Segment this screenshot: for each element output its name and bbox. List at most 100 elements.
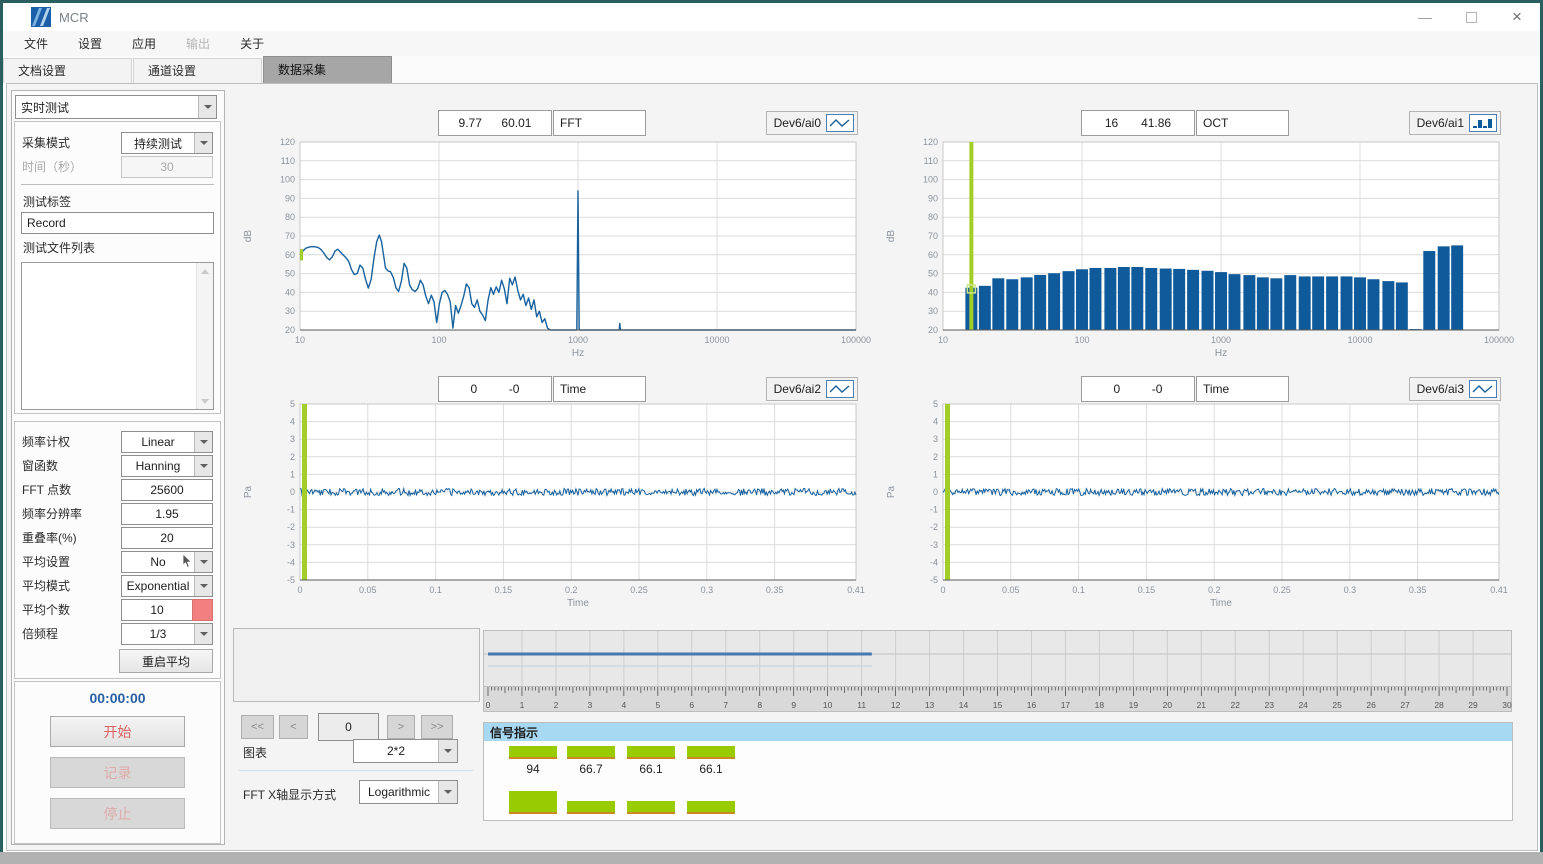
chevron-down-icon[interactable] bbox=[194, 432, 212, 452]
record-timeline-plot[interactable]: 0123456789101112131415161718192021222324… bbox=[483, 630, 1512, 712]
param-label-6: 平均模式 bbox=[22, 577, 119, 594]
restart-average-button[interactable]: 重启平均 bbox=[119, 649, 213, 673]
channel-selector[interactable]: Dev6/ai2 bbox=[766, 377, 858, 401]
channel-selector[interactable]: Dev6/ai0 bbox=[766, 111, 858, 135]
test-mode-select[interactable]: 实时测试 bbox=[15, 95, 217, 117]
title-bar: MCR — × bbox=[3, 3, 1540, 31]
channel-selector[interactable]: Dev6/ai1 bbox=[1409, 111, 1501, 135]
param-select-8[interactable]: 1/3 bbox=[121, 623, 213, 643]
chart-layout-value: 2*2 bbox=[354, 744, 438, 758]
chart-cell-Dev6/ai0: 9.7760.01FFTDev6/ai020304050607080901001… bbox=[237, 90, 872, 370]
menu-file[interactable]: 文件 bbox=[9, 35, 63, 52]
svg-text:100: 100 bbox=[280, 175, 295, 185]
chart-type-box[interactable]: FFT bbox=[553, 110, 646, 136]
param-select-0[interactable]: Linear bbox=[121, 431, 213, 451]
svg-text:5: 5 bbox=[655, 700, 660, 710]
svg-text:1000: 1000 bbox=[568, 335, 588, 345]
scroll-down-icon[interactable] bbox=[197, 393, 213, 409]
param-input-4[interactable]: 20 bbox=[121, 527, 213, 547]
param-select-5[interactable]: No bbox=[121, 551, 213, 571]
empty-preview-box bbox=[233, 628, 480, 702]
svg-text:-5: -5 bbox=[287, 575, 295, 585]
fft-xaxis-select[interactable]: Logarithmic bbox=[359, 780, 458, 804]
svg-text:Hz: Hz bbox=[1215, 348, 1227, 359]
nav-last-button[interactable]: >> bbox=[421, 715, 453, 739]
oct-plot[interactable]: 2030405060708090100110120101001000100001… bbox=[880, 136, 1515, 370]
svg-text:3: 3 bbox=[933, 434, 938, 444]
stop-button[interactable]: 停止 bbox=[50, 798, 185, 829]
nav-first-button[interactable]: << bbox=[241, 715, 274, 739]
scroll-up-icon[interactable] bbox=[197, 263, 213, 279]
tab-doc-settings[interactable]: 文档设置 bbox=[3, 58, 132, 83]
param-label-4: 重叠率(%) bbox=[22, 529, 119, 546]
scrollbar[interactable] bbox=[196, 263, 213, 409]
elapsed-timer: 00:00:00 bbox=[15, 690, 220, 706]
chevron-down-icon[interactable] bbox=[438, 781, 457, 803]
param-input-7[interactable]: 10 bbox=[121, 599, 213, 619]
time-plot[interactable]: -5-4-3-2-101234500.050.10.150.20.250.30.… bbox=[880, 402, 1515, 612]
svg-text:10: 10 bbox=[938, 335, 948, 345]
time-plot[interactable]: -5-4-3-2-101234500.050.10.150.20.250.30.… bbox=[237, 402, 872, 612]
nav-next-button[interactable]: > bbox=[387, 715, 415, 739]
test-tag-input[interactable]: Record bbox=[21, 212, 214, 234]
minimize-button[interactable]: — bbox=[1402, 3, 1448, 31]
param-value-8: 1/3 bbox=[122, 627, 194, 641]
param-select-1[interactable]: Hanning bbox=[121, 455, 213, 475]
param-value-2: 25600 bbox=[121, 479, 213, 501]
nav-index-input[interactable]: 0 bbox=[318, 713, 379, 741]
close-button[interactable]: × bbox=[1494, 3, 1540, 31]
svg-text:16: 16 bbox=[1027, 700, 1037, 710]
param-value-7: 10 bbox=[121, 599, 193, 621]
run-control-group: 00:00:00 开始 记录 停止 bbox=[14, 681, 221, 844]
svg-text:26: 26 bbox=[1366, 700, 1376, 710]
svg-text:-2: -2 bbox=[930, 522, 938, 532]
chevron-down-icon[interactable] bbox=[194, 133, 212, 153]
chart-type-box[interactable]: Time bbox=[553, 376, 646, 402]
menu-application[interactable]: 应用 bbox=[117, 35, 171, 52]
nav-prev-button[interactable]: < bbox=[279, 715, 308, 739]
param-select-6[interactable]: Exponential bbox=[121, 575, 213, 595]
menu-about[interactable]: 关于 bbox=[225, 35, 279, 52]
svg-text:15: 15 bbox=[993, 700, 1003, 710]
divider bbox=[239, 770, 473, 771]
fft-plot[interactable]: 2030405060708090100110120101001000100001… bbox=[237, 136, 872, 370]
tab-data-acquisition[interactable]: 数据采集 bbox=[263, 56, 392, 83]
svg-text:28: 28 bbox=[1434, 700, 1444, 710]
svg-text:110: 110 bbox=[924, 156, 938, 166]
param-label-1: 窗函数 bbox=[22, 457, 119, 474]
signal-bar-top-0 bbox=[509, 746, 557, 759]
acq-mode-select[interactable]: 持续测试 bbox=[121, 132, 213, 152]
tab-channel-settings[interactable]: 通道设置 bbox=[133, 58, 262, 83]
param-input-3[interactable]: 1.95 bbox=[121, 503, 213, 523]
svg-text:30: 30 bbox=[928, 306, 938, 316]
svg-text:10000: 10000 bbox=[1347, 335, 1372, 345]
record-button[interactable]: 记录 bbox=[50, 757, 185, 788]
chevron-down-icon[interactable] bbox=[194, 552, 212, 572]
record-timeline-panel[interactable]: 0123456789101112131415161718192021222324… bbox=[483, 630, 1512, 712]
channel-selector[interactable]: Dev6/ai3 bbox=[1409, 377, 1501, 401]
param-row-4: 重叠率(%)20 bbox=[15, 525, 220, 549]
svg-text:17: 17 bbox=[1061, 700, 1071, 710]
param-row-5: 平均设置No bbox=[15, 549, 220, 573]
acq-time-value: 30 bbox=[121, 156, 213, 178]
chevron-down-icon[interactable] bbox=[194, 576, 212, 596]
maximize-button[interactable] bbox=[1448, 3, 1494, 31]
svg-text:22: 22 bbox=[1231, 700, 1241, 710]
menu-settings[interactable]: 设置 bbox=[63, 35, 117, 52]
chart-type-box[interactable]: OCT bbox=[1196, 110, 1289, 136]
start-button[interactable]: 开始 bbox=[50, 716, 185, 747]
test-file-list[interactable] bbox=[21, 262, 214, 410]
svg-text:0.05: 0.05 bbox=[1002, 585, 1020, 595]
chart-type-box[interactable]: Time bbox=[1196, 376, 1289, 402]
svg-text:23: 23 bbox=[1264, 700, 1274, 710]
chart-layout-select[interactable]: 2*2 bbox=[353, 739, 458, 763]
param-input-2[interactable]: 25600 bbox=[121, 479, 213, 499]
param-row-6: 平均模式Exponential bbox=[15, 573, 220, 597]
fft-xaxis-label: FFT X轴显示方式 bbox=[243, 786, 336, 803]
chevron-down-icon[interactable] bbox=[194, 624, 212, 644]
svg-text:Pa: Pa bbox=[243, 485, 254, 498]
chevron-down-icon[interactable] bbox=[198, 96, 216, 118]
chevron-down-icon[interactable] bbox=[194, 456, 212, 476]
svg-text:1: 1 bbox=[933, 469, 938, 479]
chevron-down-icon[interactable] bbox=[438, 740, 457, 762]
